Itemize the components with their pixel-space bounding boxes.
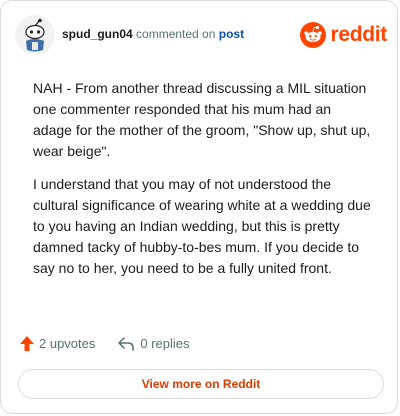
reddit-logo-icon bbox=[300, 22, 327, 48]
upvote-count: 2 upvotes bbox=[39, 335, 96, 351]
upvote-arrow-icon[interactable] bbox=[19, 335, 35, 352]
comment-paragraph: I understand that you may of not underst… bbox=[33, 176, 371, 276]
commented-on-text: commented on bbox=[136, 27, 216, 41]
comment-body: NAH - From another thread discussing a M… bbox=[33, 78, 373, 291]
view-more-button[interactable]: View more on Reddit bbox=[18, 369, 384, 399]
reddit-wordmark: reddit bbox=[330, 23, 387, 46]
reddit-brand[interactable]: reddit bbox=[300, 21, 387, 49]
snoo-avatar-icon[interactable] bbox=[15, 15, 55, 55]
comment-header: spud_gun04 commented on post reddit bbox=[15, 15, 387, 55]
upvote-action[interactable]: 2 upvotes bbox=[19, 335, 95, 352]
comment-paragraph: NAH - From another thread discussing a M… bbox=[33, 80, 371, 159]
reply-action[interactable]: 0 replies bbox=[117, 335, 190, 351]
embedded-comment-card: spud_gun04 commented on post reddit NAH … bbox=[0, 0, 398, 414]
post-link[interactable]: post bbox=[219, 27, 244, 41]
reply-arrow-icon bbox=[118, 337, 135, 351]
username-link[interactable]: spud_gun04 bbox=[62, 27, 133, 41]
comment-actions: 2 upvotes 0 replies bbox=[19, 333, 190, 353]
comment-meta: spud_gun04 commented on post bbox=[62, 26, 244, 42]
reply-count: 0 replies bbox=[140, 335, 190, 351]
